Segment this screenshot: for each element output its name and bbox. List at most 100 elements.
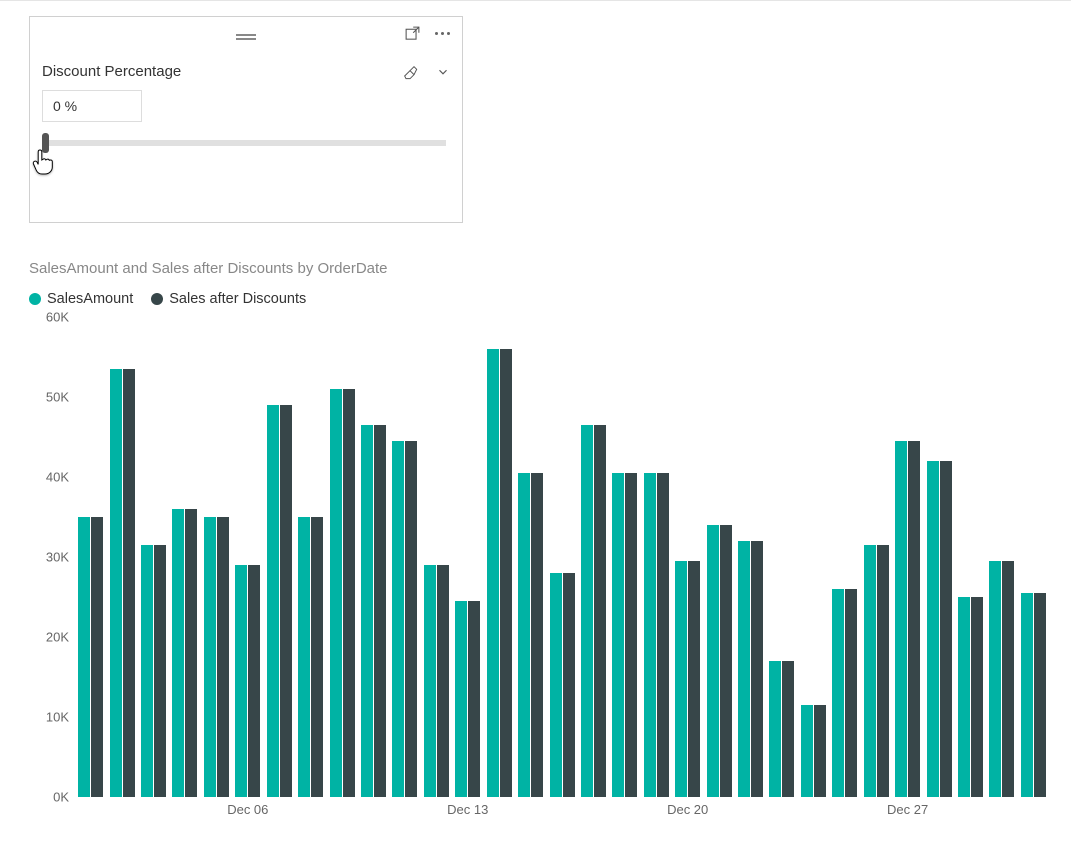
bar-salesafterdiscounts[interactable] bbox=[751, 541, 763, 797]
bar-group[interactable] bbox=[986, 317, 1017, 797]
bar-salesafterdiscounts[interactable] bbox=[720, 525, 732, 797]
bar-salesamount[interactable] bbox=[675, 561, 687, 797]
bar-salesamount[interactable] bbox=[895, 441, 907, 797]
bar-salesamount[interactable] bbox=[78, 517, 90, 797]
bar-salesamount[interactable] bbox=[487, 349, 499, 797]
bar-group[interactable] bbox=[609, 317, 640, 797]
bar-salesamount[interactable] bbox=[518, 473, 530, 797]
bar-group[interactable] bbox=[672, 317, 703, 797]
chart-plot[interactable]: 0K10K20K30K40K50K60K Dec 06Dec 13Dec 20D… bbox=[29, 317, 1049, 827]
bar-group[interactable] bbox=[546, 317, 577, 797]
bar-salesamount[interactable] bbox=[927, 461, 939, 797]
bar-salesafterdiscounts[interactable] bbox=[594, 425, 606, 797]
bar-salesafterdiscounts[interactable] bbox=[500, 349, 512, 797]
bar-group[interactable] bbox=[75, 317, 106, 797]
bar-salesamount[interactable] bbox=[455, 601, 467, 797]
bar-salesafterdiscounts[interactable] bbox=[154, 545, 166, 797]
bar-salesamount[interactable] bbox=[801, 705, 813, 797]
bar-salesafterdiscounts[interactable] bbox=[311, 517, 323, 797]
bar-group[interactable] bbox=[169, 317, 200, 797]
bar-group[interactable] bbox=[358, 317, 389, 797]
bar-salesafterdiscounts[interactable] bbox=[1034, 593, 1046, 797]
bar-salesamount[interactable] bbox=[1021, 593, 1033, 797]
bar-salesafterdiscounts[interactable] bbox=[563, 573, 575, 797]
bar-group[interactable] bbox=[389, 317, 420, 797]
bar-salesafterdiscounts[interactable] bbox=[877, 545, 889, 797]
bar-group[interactable] bbox=[1018, 317, 1049, 797]
more-options-icon[interactable] bbox=[435, 32, 450, 35]
bar-group[interactable] bbox=[138, 317, 169, 797]
slider-thumb[interactable] bbox=[42, 133, 49, 153]
bar-salesafterdiscounts[interactable] bbox=[217, 517, 229, 797]
focus-mode-icon[interactable] bbox=[404, 25, 421, 42]
bar-group[interactable] bbox=[578, 317, 609, 797]
bar-salesamount[interactable] bbox=[110, 369, 122, 797]
bar-group[interactable] bbox=[452, 317, 483, 797]
bar-salesafterdiscounts[interactable] bbox=[405, 441, 417, 797]
bar-salesamount[interactable] bbox=[392, 441, 404, 797]
bar-group[interactable] bbox=[861, 317, 892, 797]
bar-salesamount[interactable] bbox=[172, 509, 184, 797]
bar-salesafterdiscounts[interactable] bbox=[280, 405, 292, 797]
eraser-icon[interactable] bbox=[402, 64, 418, 80]
bar-salesamount[interactable] bbox=[361, 425, 373, 797]
bar-group[interactable] bbox=[295, 317, 326, 797]
bar-group[interactable] bbox=[923, 317, 954, 797]
bar-salesafterdiscounts[interactable] bbox=[343, 389, 355, 797]
bar-group[interactable] bbox=[483, 317, 514, 797]
bar-salesafterdiscounts[interactable] bbox=[1002, 561, 1014, 797]
bar-salesafterdiscounts[interactable] bbox=[625, 473, 637, 797]
bar-salesafterdiscounts[interactable] bbox=[908, 441, 920, 797]
bar-salesafterdiscounts[interactable] bbox=[123, 369, 135, 797]
bar-salesafterdiscounts[interactable] bbox=[531, 473, 543, 797]
bar-salesamount[interactable] bbox=[989, 561, 1001, 797]
bar-salesafterdiscounts[interactable] bbox=[468, 601, 480, 797]
slider-track[interactable] bbox=[42, 140, 446, 146]
bar-group[interactable] bbox=[766, 317, 797, 797]
bar-group[interactable] bbox=[641, 317, 672, 797]
bar-salesafterdiscounts[interactable] bbox=[437, 565, 449, 797]
bar-group[interactable] bbox=[892, 317, 923, 797]
bar-group[interactable] bbox=[829, 317, 860, 797]
bar-salesamount[interactable] bbox=[644, 473, 656, 797]
bar-group[interactable] bbox=[421, 317, 452, 797]
bar-group[interactable] bbox=[201, 317, 232, 797]
bar-salesamount[interactable] bbox=[864, 545, 876, 797]
bar-salesamount[interactable] bbox=[204, 517, 216, 797]
bar-group[interactable] bbox=[798, 317, 829, 797]
bar-salesafterdiscounts[interactable] bbox=[814, 705, 826, 797]
bar-salesamount[interactable] bbox=[832, 589, 844, 797]
bar-salesamount[interactable] bbox=[707, 525, 719, 797]
bar-salesamount[interactable] bbox=[738, 541, 750, 797]
bar-salesamount[interactable] bbox=[612, 473, 624, 797]
bar-salesamount[interactable] bbox=[267, 405, 279, 797]
chevron-down-icon[interactable] bbox=[436, 65, 450, 79]
bar-group[interactable] bbox=[735, 317, 766, 797]
bar-salesamount[interactable] bbox=[958, 597, 970, 797]
bar-salesamount[interactable] bbox=[424, 565, 436, 797]
legend-item-salesamount[interactable]: SalesAmount bbox=[29, 291, 133, 307]
bar-salesafterdiscounts[interactable] bbox=[688, 561, 700, 797]
bar-salesafterdiscounts[interactable] bbox=[657, 473, 669, 797]
bar-salesafterdiscounts[interactable] bbox=[845, 589, 857, 797]
bar-salesamount[interactable] bbox=[141, 545, 153, 797]
slicer-value-input[interactable]: 0 % bbox=[42, 90, 142, 122]
bar-salesamount[interactable] bbox=[550, 573, 562, 797]
bar-salesafterdiscounts[interactable] bbox=[248, 565, 260, 797]
bar-group[interactable] bbox=[515, 317, 546, 797]
bar-salesafterdiscounts[interactable] bbox=[940, 461, 952, 797]
bar-salesamount[interactable] bbox=[581, 425, 593, 797]
bar-group[interactable] bbox=[106, 317, 137, 797]
legend-item-salesafterdiscounts[interactable]: Sales after Discounts bbox=[151, 291, 306, 307]
bar-salesafterdiscounts[interactable] bbox=[185, 509, 197, 797]
bar-group[interactable] bbox=[955, 317, 986, 797]
bar-salesafterdiscounts[interactable] bbox=[782, 661, 794, 797]
slicer-card[interactable]: Discount Percentage 0 % bbox=[29, 16, 463, 223]
bar-salesafterdiscounts[interactable] bbox=[91, 517, 103, 797]
drag-handle-icon[interactable] bbox=[236, 34, 256, 40]
bar-salesamount[interactable] bbox=[298, 517, 310, 797]
bar-group[interactable] bbox=[703, 317, 734, 797]
bar-salesamount[interactable] bbox=[235, 565, 247, 797]
bar-group[interactable] bbox=[326, 317, 357, 797]
bar-salesamount[interactable] bbox=[330, 389, 342, 797]
